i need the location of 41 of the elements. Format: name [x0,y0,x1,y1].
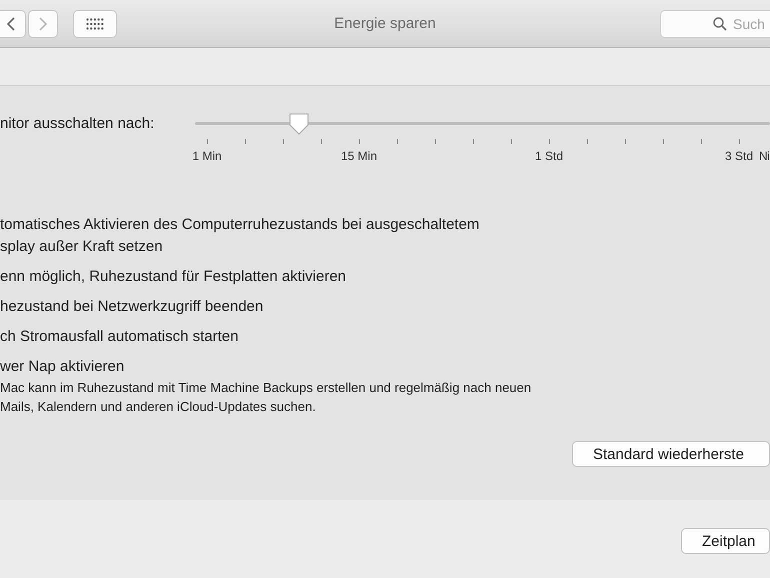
grid-icon [86,18,104,30]
option-label: enn möglich, Ruhezustand für Festplatten aktivieren [0,267,348,287]
forward-icon [39,16,47,30]
tick-mark [473,139,474,144]
tick-mark [587,139,588,144]
slider-track[interactable] [195,112,770,137]
tick-mark [511,139,512,144]
tick-label: 15 Min [340,149,378,163]
option-label: hezustand bei Netzwerkzugriff beenden [0,297,264,317]
back-button[interactable] [0,10,26,38]
slider-label: nitor ausschalten nach: [0,114,156,134]
search-field[interactable]: Such [660,10,770,38]
tick-mark [283,139,284,144]
back-icon [7,16,15,30]
tick-label: 3 Std [724,149,754,163]
tick-mark [625,139,626,144]
tick-mark [739,139,740,144]
tick-mark [397,139,398,144]
tick-label: 1 Std [534,149,564,163]
restore-defaults-button[interactable]: Standard wiederherste [572,441,770,467]
option-description: Mac kann im Ruhezustand mit Time Machine Backups erstellen und regelmäßig nach neuen [0,379,532,397]
tick-mark [549,139,550,144]
tick-mark [245,139,246,144]
tick-mark [207,139,208,144]
search-icon [713,16,727,30]
option-label: wer Nap aktivieren [0,357,126,377]
tick-mark [701,139,702,144]
option-label: tomatisches Aktivieren des Computerruhezustands bei ausgeschaltetem [0,215,480,235]
tick-label: 1 Min [192,149,222,163]
option-description: Mails, Kalendern und anderen iCloud-Updates suchen. [0,398,317,416]
grid-button[interactable] [73,10,117,38]
tick-label: Ni [759,149,770,163]
tick-mark [321,139,322,144]
option-label: splay außer Kraft setzen [0,237,164,257]
option-label: ch Stromausfall automatisch starten [0,327,240,347]
slider-thumb[interactable] [288,112,310,136]
window-title: Energie sparen [334,15,436,32]
tick-mark [359,139,360,144]
schedule-button[interactable]: Zeitplan [681,528,770,554]
tick-mark [435,139,436,144]
tick-mark [663,139,664,144]
